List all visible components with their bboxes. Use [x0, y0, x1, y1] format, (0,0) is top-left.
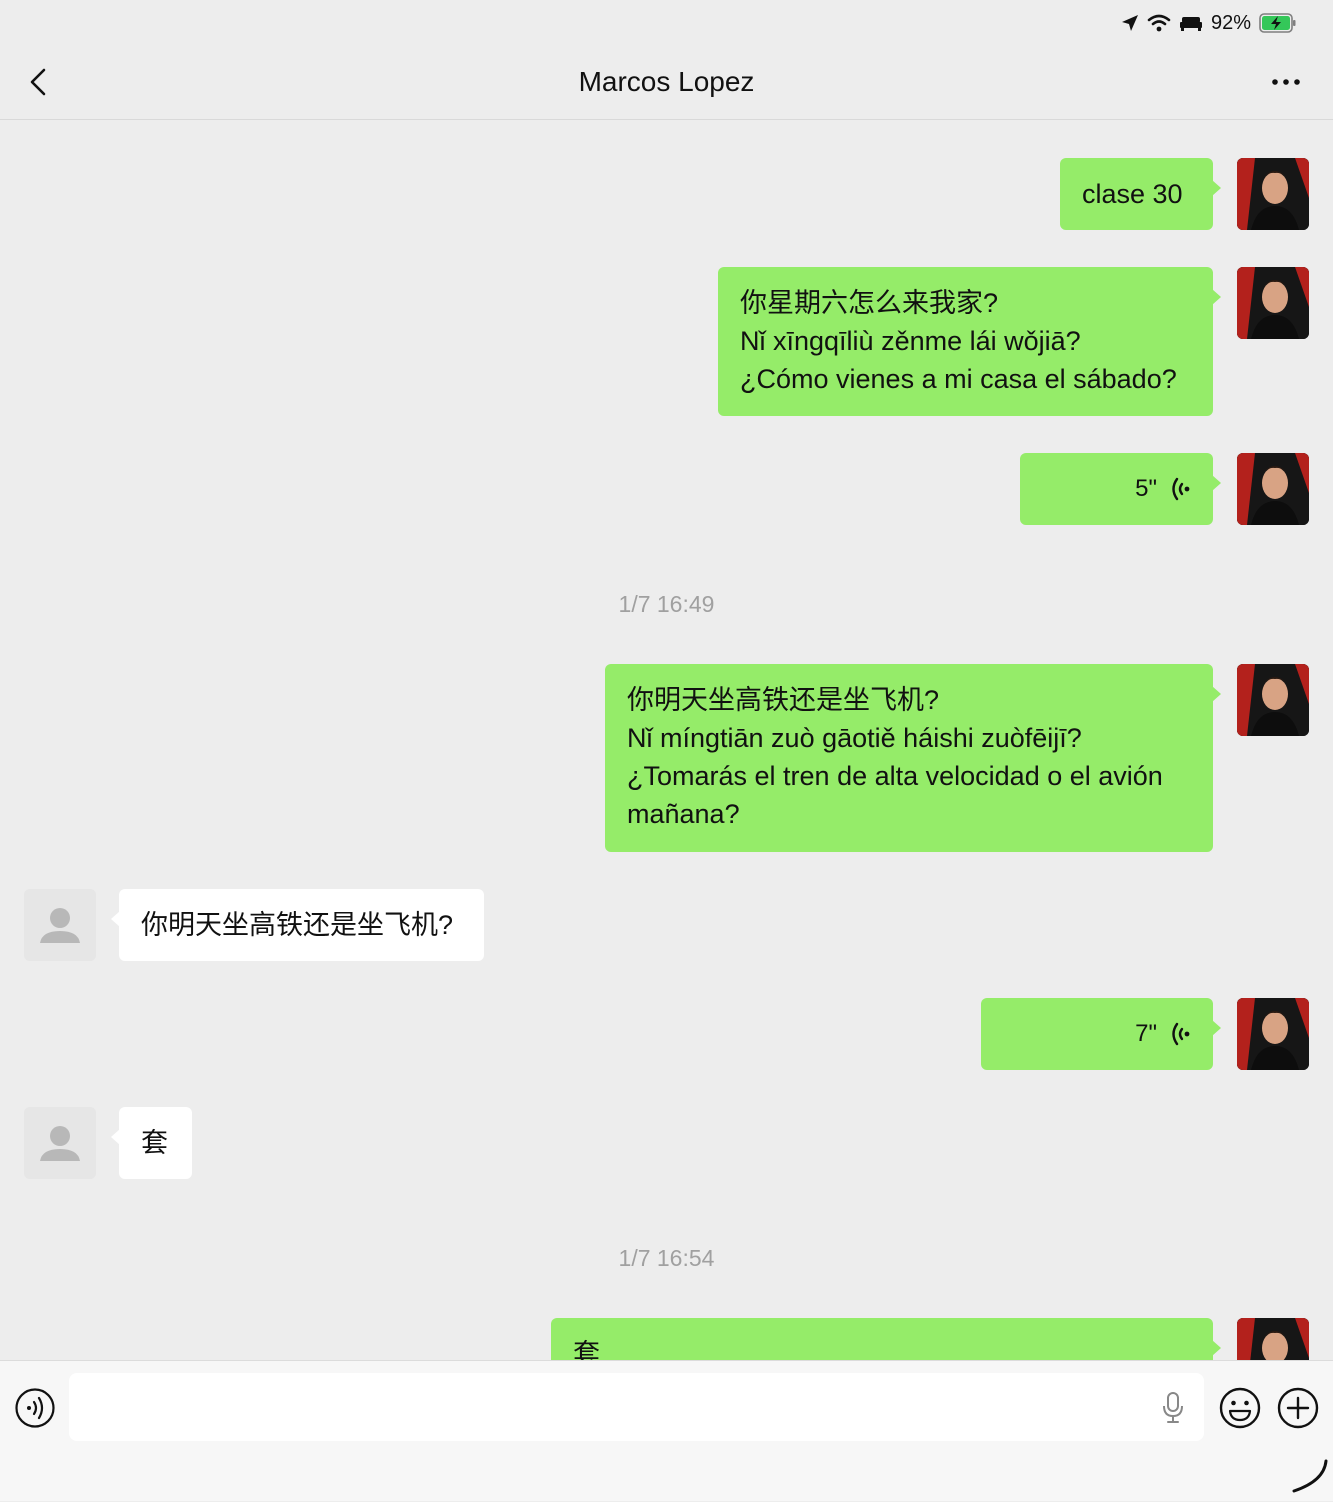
voice-wave-icon — [1172, 477, 1190, 501]
incoming-text-bubble[interactable]: 你明天坐高铁还是坐飞机? — [111, 889, 484, 961]
microphone-icon — [1163, 1392, 1183, 1423]
emoji-button[interactable] — [1218, 1386, 1262, 1430]
outgoing-voice-bubble[interactable]: 7" — [981, 998, 1221, 1070]
bed-icon — [1179, 17, 1202, 31]
smiley-icon — [1219, 1387, 1261, 1429]
contact-avatar[interactable] — [24, 889, 96, 961]
chat-title: Marcos Lopez — [578, 66, 755, 97]
my-avatar[interactable] — [1237, 453, 1309, 525]
timestamp: 1/7 16:54 — [618, 1245, 715, 1271]
outgoing-text-bubble[interactable]: 套 — [551, 1318, 1221, 1360]
voice-duration: 7" — [1135, 1020, 1157, 1047]
my-avatar[interactable] — [1237, 158, 1309, 230]
my-avatar[interactable] — [1237, 267, 1309, 339]
outgoing-text-bubble[interactable]: clase 30 — [1060, 158, 1221, 230]
battery-charging-icon — [1259, 13, 1296, 33]
voice-wave-icon — [1172, 1022, 1190, 1046]
voice-input-toggle-button[interactable] — [14, 1387, 56, 1429]
battery-percent: 92% — [1210, 11, 1251, 34]
my-avatar[interactable] — [1237, 664, 1309, 736]
resize-handle[interactable] — [1290, 1457, 1330, 1497]
chat-history[interactable]: clase 30 你星期六怎么来我家? Nǐ xīngqīliù zěnme l… — [0, 120, 1333, 1360]
outgoing-voice-bubble[interactable]: 5" — [1020, 453, 1221, 525]
my-avatar[interactable] — [1237, 998, 1309, 1070]
contact-avatar[interactable] — [24, 1107, 96, 1179]
timestamp: 1/7 16:49 — [618, 591, 715, 617]
more-functions-button[interactable] — [1276, 1386, 1320, 1430]
status-icons: 92% — [1121, 10, 1297, 36]
plus-circle-icon — [1277, 1387, 1319, 1429]
voice-duration: 5" — [1135, 475, 1157, 502]
input-bar — [0, 1360, 1333, 1501]
resize-corner-icon — [1292, 1459, 1328, 1493]
default-user-icon — [24, 1107, 96, 1179]
location-arrow-icon — [1121, 15, 1138, 31]
more-options-button[interactable] — [1269, 68, 1303, 96]
incoming-text-bubble[interactable]: 套 — [111, 1107, 192, 1179]
more-dots-icon — [1272, 79, 1300, 85]
outgoing-text-bubble[interactable]: 你星期六怎么来我家? Nǐ xīngqīliù zěnme lái wǒjiā?… — [718, 267, 1221, 416]
default-user-icon — [24, 889, 96, 961]
status-bar: 92% — [0, 0, 1333, 46]
voice-mode-icon — [15, 1388, 55, 1428]
message-input[interactable] — [69, 1373, 1204, 1441]
nav-bar: Marcos Lopez — [0, 46, 1333, 120]
wifi-icon — [1147, 14, 1171, 32]
outgoing-text-bubble[interactable]: 你明天坐高铁还是坐飞机? Nǐ míngtiān zuò gāotiě háis… — [605, 664, 1221, 852]
my-avatar[interactable] — [1237, 1318, 1309, 1360]
microphone-button[interactable] — [1160, 1391, 1186, 1425]
